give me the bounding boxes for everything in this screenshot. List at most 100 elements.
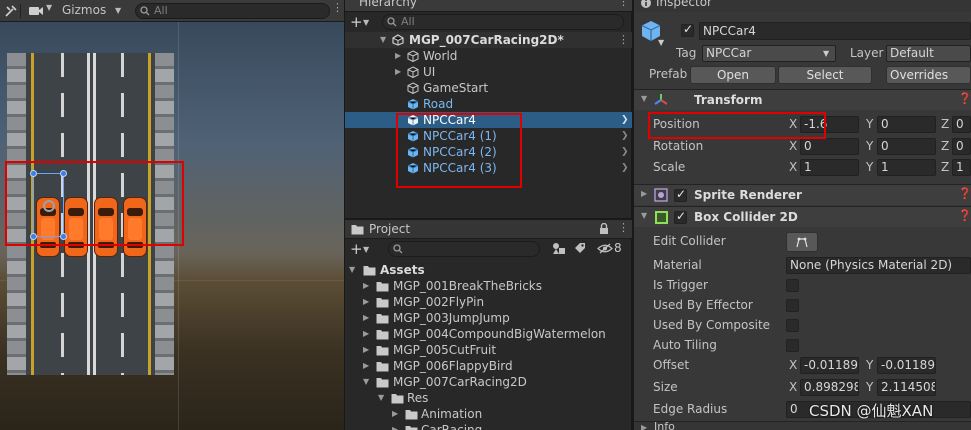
- chevron-right-icon[interactable]: ❯: [621, 112, 629, 128]
- hierarchy-item-world[interactable]: ▶ World: [345, 48, 632, 64]
- hierarchy-tab[interactable]: Hierarchy ⋮: [345, 0, 632, 12]
- hierarchy-item-ui[interactable]: ▶ UI: [345, 64, 632, 80]
- help-icon[interactable]: ❓: [958, 209, 971, 222]
- expand-arrow-icon[interactable]: ▼: [363, 374, 369, 390]
- more-options-icon[interactable]: ⋮: [332, 1, 343, 14]
- size-y-field[interactable]: 2.114508: [877, 379, 936, 396]
- inspector-tab[interactable]: Inspector: [634, 0, 971, 12]
- help-icon[interactable]: ❓: [958, 187, 971, 200]
- rotation-z-field[interactable]: 0: [952, 138, 971, 155]
- scene-viewport[interactable]: [0, 22, 344, 430]
- more-options-icon[interactable]: ⋮: [618, 0, 629, 8]
- expand-arrow-icon[interactable]: ▼: [349, 262, 355, 278]
- expand-arrow-icon[interactable]: ▶: [363, 278, 369, 294]
- help-icon[interactable]: ❓: [958, 92, 971, 105]
- scene-panel[interactable]: ▼ Gizmos ▼ All ⋮: [0, 0, 344, 430]
- project-item-assets[interactable]: ▼ Assets: [345, 262, 632, 278]
- edit-collider-button[interactable]: [786, 232, 818, 252]
- expand-arrow-icon[interactable]: ▶: [641, 423, 647, 430]
- expand-arrow-icon[interactable]: ▶: [395, 48, 401, 64]
- object-name-field[interactable]: NPCCar4: [699, 22, 971, 40]
- used-by-effector-checkbox[interactable]: [786, 299, 799, 312]
- scale-z-field[interactable]: 1: [952, 159, 971, 176]
- prefab-overrides-button[interactable]: Overrides: [886, 66, 971, 84]
- rotation-x-field[interactable]: 0: [800, 138, 859, 155]
- position-z-field[interactable]: 0: [952, 116, 971, 133]
- box-collider-checkbox[interactable]: [674, 209, 687, 224]
- used-by-composite-checkbox[interactable]: [786, 319, 799, 332]
- project-item-folder[interactable]: ▼ MGP_007CarRacing2D: [345, 374, 632, 390]
- auto-tiling-checkbox[interactable]: [786, 339, 799, 352]
- transform-header[interactable]: ▼ Transform ❓: [634, 89, 971, 110]
- scene-row[interactable]: ▼ MGP_007CarRacing2D* ⋮: [345, 32, 632, 48]
- expand-arrow-icon[interactable]: ▶: [363, 294, 369, 310]
- expand-arrow-icon[interactable]: ▼: [380, 32, 386, 48]
- gizmos-button[interactable]: Gizmos: [62, 3, 106, 17]
- sprite-renderer-header[interactable]: ▶ Sprite Renderer ❓: [634, 184, 971, 205]
- filter-type-icon[interactable]: [552, 242, 566, 255]
- prefab-open-button[interactable]: Open: [690, 66, 776, 84]
- expand-arrow-icon[interactable]: ▼: [641, 211, 647, 220]
- project-item-folder[interactable]: ▶ CarRacing: [345, 422, 632, 430]
- hierarchy-panel[interactable]: Hierarchy ⋮ + ▼ All ▼ MGP_007CarRacing2D…: [345, 0, 632, 218]
- chevron-right-icon[interactable]: ❯: [621, 144, 629, 160]
- camera-icon[interactable]: [28, 5, 44, 17]
- chevron-right-icon[interactable]: ❯: [621, 160, 629, 176]
- project-item-folder[interactable]: ▼ Res: [345, 390, 632, 406]
- info-header[interactable]: ▶ Info: [634, 421, 971, 430]
- hierarchy-search-input[interactable]: All: [382, 14, 624, 30]
- size-x-field[interactable]: 0.8982983: [800, 379, 859, 396]
- scale-y-field[interactable]: 1: [877, 159, 936, 176]
- scale-x-field[interactable]: 1: [800, 159, 859, 176]
- expand-arrow-icon[interactable]: ▶: [641, 189, 647, 198]
- expand-arrow-icon[interactable]: ▶: [392, 406, 398, 422]
- expand-arrow-icon[interactable]: ▶: [392, 422, 398, 430]
- scene-search-input[interactable]: All: [135, 3, 330, 19]
- add-icon[interactable]: +: [350, 240, 363, 258]
- box-collider-header[interactable]: ▼ Box Collider 2D ❓: [634, 206, 971, 227]
- sprite-renderer-checkbox[interactable]: [674, 187, 687, 202]
- offset-x-field[interactable]: -0.011895: [800, 357, 859, 374]
- project-item-folder[interactable]: ▶ MGP_004CompoundBigWatermelon: [345, 326, 632, 342]
- expand-arrow-icon[interactable]: ▼: [641, 94, 647, 103]
- hierarchy-item-gamestart[interactable]: GameStart: [345, 80, 632, 96]
- project-item-folder[interactable]: ▶ MGP_006FlappyBird: [345, 358, 632, 374]
- project-tab[interactable]: Project ⋮: [345, 220, 632, 239]
- chevron-down-icon[interactable]: ▼: [46, 3, 52, 12]
- hierarchy-item-road[interactable]: Road: [345, 96, 632, 112]
- project-item-folder[interactable]: ▶ Animation: [345, 406, 632, 422]
- is-trigger-checkbox[interactable]: [786, 279, 799, 292]
- project-item-folder[interactable]: ▶ MGP_003JumpJump: [345, 310, 632, 326]
- offset-y-field[interactable]: -0.011895: [877, 357, 936, 374]
- project-search-input[interactable]: [388, 241, 540, 257]
- active-checkbox[interactable]: [681, 22, 694, 37]
- tools-icon[interactable]: [4, 4, 18, 18]
- expand-arrow-icon[interactable]: ▼: [378, 390, 384, 406]
- project-item-folder[interactable]: ▶ MGP_005CutFruit: [345, 342, 632, 358]
- position-y-field[interactable]: 0: [877, 116, 936, 133]
- more-options-icon[interactable]: ⋮: [618, 221, 629, 234]
- expand-arrow-icon[interactable]: ▶: [363, 310, 369, 326]
- more-options-icon[interactable]: ⋮: [618, 32, 629, 48]
- chevron-down-icon[interactable]: ▼: [363, 245, 369, 254]
- material-field[interactable]: None (Physics Material 2D): [786, 257, 971, 274]
- expand-arrow-icon[interactable]: ▶: [395, 64, 401, 80]
- label-tag-icon[interactable]: [574, 242, 586, 254]
- expand-arrow-icon[interactable]: ▶: [363, 342, 369, 358]
- lock-icon[interactable]: [599, 223, 609, 235]
- chevron-right-icon[interactable]: ❯: [621, 128, 629, 144]
- project-item-folder[interactable]: ▶ MGP_001BreakTheBricks: [345, 278, 632, 294]
- expand-arrow-icon[interactable]: ▶: [363, 358, 369, 374]
- rotation-y-field[interactable]: 0: [877, 138, 936, 155]
- tag-dropdown[interactable]: NPCCar ▼: [702, 45, 836, 62]
- inspector-panel[interactable]: Inspector ▼ NPCCar4 Tag NPCCar ▼ Layer D…: [634, 0, 971, 430]
- add-icon[interactable]: +: [350, 13, 363, 31]
- chevron-down-icon[interactable]: ▼: [363, 18, 369, 27]
- project-panel[interactable]: Project ⋮ + ▼ 8 ▼ Assets ▶ MGP_001BreakT…: [345, 220, 632, 430]
- gizmos-dropdown-icon[interactable]: ▼: [115, 6, 121, 15]
- chevron-down-icon[interactable]: ▼: [658, 38, 664, 47]
- prefab-select-button[interactable]: Select: [778, 66, 872, 84]
- expand-arrow-icon[interactable]: ▶: [363, 326, 369, 342]
- eye-hidden-icon[interactable]: [597, 243, 613, 254]
- project-item-folder[interactable]: ▶ MGP_002FlyPin: [345, 294, 632, 310]
